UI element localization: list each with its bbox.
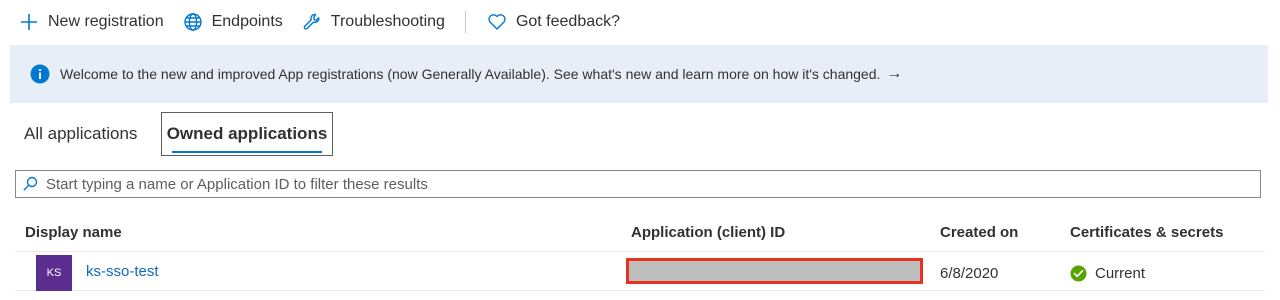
certificates-status-label: Current: [1095, 264, 1146, 282]
tab-all-applications[interactable]: All applications: [24, 112, 137, 156]
column-display-name[interactable]: Display name: [25, 212, 122, 252]
tab-label: All applications: [24, 124, 138, 143]
toolbar-divider: [464, 11, 466, 33]
new-registration-button[interactable]: New registration: [18, 0, 164, 44]
info-icon: [30, 64, 50, 84]
globe-icon: [182, 11, 204, 33]
info-banner[interactable]: Welcome to the new and improved App regi…: [10, 45, 1268, 103]
application-tabs: All applications Owned applications: [0, 112, 1280, 156]
troubleshooting-button[interactable]: Troubleshooting: [301, 0, 445, 44]
tab-owned-applications[interactable]: Owned applications: [161, 112, 333, 156]
plus-icon: [18, 11, 40, 33]
table-header: Display name Application (client) ID Cre…: [15, 212, 1265, 252]
table-row[interactable]: KS ks-sso-test 6/8/2020 Current: [15, 253, 1265, 291]
new-registration-label: New registration: [48, 13, 164, 30]
redacted-application-id: [626, 258, 923, 284]
wrench-icon: [301, 11, 323, 33]
filter-search-box[interactable]: [15, 170, 1261, 198]
column-created-on[interactable]: Created on: [940, 212, 1018, 252]
banner-text: Welcome to the new and improved App regi…: [60, 66, 881, 82]
command-bar: New registration Endpoints Troubleshooti…: [0, 0, 1280, 44]
selected-tab-indicator: [172, 151, 322, 153]
created-on-value: 6/8/2020: [940, 264, 999, 282]
column-certificates-secrets[interactable]: Certificates & secrets: [1070, 212, 1223, 252]
app-name-link[interactable]: ks-sso-test: [86, 253, 159, 289]
certificates-status: Current: [1070, 253, 1145, 293]
feedback-label: Got feedback?: [515, 13, 621, 30]
endpoints-button[interactable]: Endpoints: [182, 0, 283, 44]
endpoints-label: Endpoints: [211, 13, 283, 30]
search-input[interactable]: [44, 174, 1260, 194]
column-application-id[interactable]: Application (client) ID: [631, 212, 785, 252]
tab-label: Owned applications: [166, 124, 328, 143]
heart-icon: [486, 11, 508, 33]
feedback-button[interactable]: Got feedback?: [486, 0, 620, 44]
troubleshooting-label: Troubleshooting: [330, 13, 445, 30]
check-circle-icon: [1070, 264, 1087, 282]
arrow-right-icon: →: [886, 65, 903, 82]
search-icon: [23, 176, 38, 191]
app-avatar: KS: [36, 255, 72, 291]
